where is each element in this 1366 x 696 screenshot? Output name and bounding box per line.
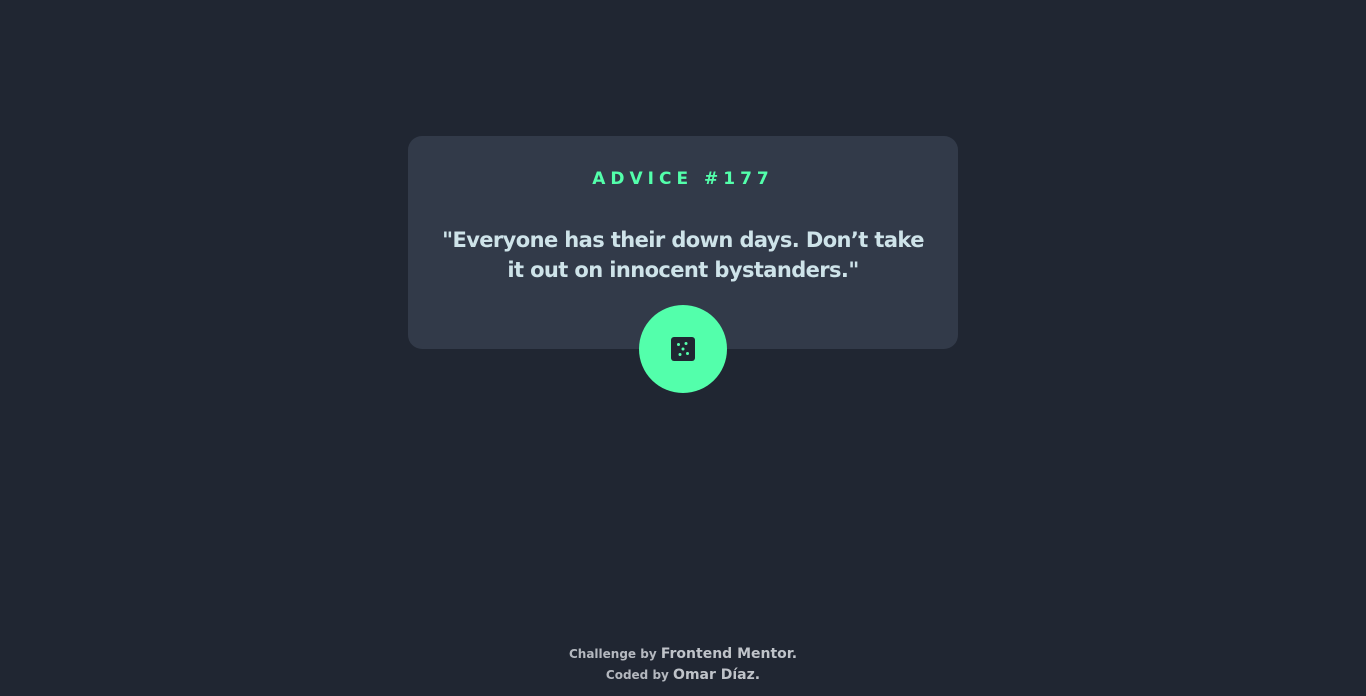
coded-period: . bbox=[754, 667, 761, 683]
advice-generator-page: ADVICE #177 "Everyone has their down day… bbox=[0, 0, 1366, 696]
frontend-mentor-link[interactable]: Frontend Mentor bbox=[661, 646, 792, 662]
generate-advice-button[interactable] bbox=[639, 305, 727, 393]
advice-quote: "Everyone has their down days. Don’t tak… bbox=[442, 228, 924, 282]
dice-icon bbox=[671, 337, 695, 361]
challenge-prefix: Challenge by bbox=[568, 647, 657, 661]
challenge-period: . bbox=[791, 646, 798, 662]
attribution-footer: Challenge by Frontend Mentor. Coded by O… bbox=[0, 644, 1366, 686]
coded-prefix: Coded by bbox=[605, 668, 669, 682]
advice-id-label: ADVICE #177 bbox=[592, 169, 774, 189]
author-link[interactable]: Omar Díaz bbox=[673, 667, 755, 683]
coder-attribution: Coded by Omar Díaz. bbox=[0, 665, 1366, 686]
challenge-attribution: Challenge by Frontend Mentor. bbox=[0, 644, 1366, 665]
